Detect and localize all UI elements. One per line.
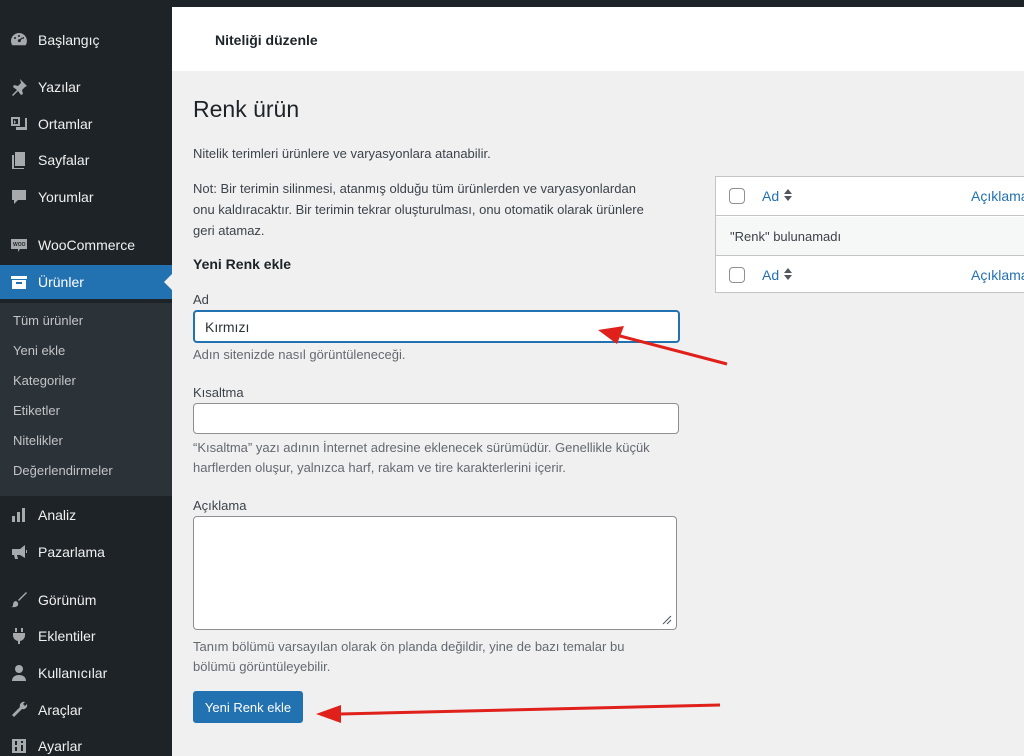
name-label: Ad xyxy=(193,292,209,307)
page-title: Renk ürün xyxy=(193,96,300,122)
sidebar-item-label: Yorumlar xyxy=(38,189,94,205)
sidebar-item-label: Sayfalar xyxy=(38,152,90,168)
note-line-2: onu kaldıracaktır. Bir terimin tekrar ol… xyxy=(193,202,644,217)
table-footer-row: Ad Açıklama xyxy=(716,255,1024,294)
select-all-checkbox[interactable] xyxy=(729,188,745,204)
users-icon xyxy=(0,663,38,683)
megaphone-icon xyxy=(0,542,38,562)
products-submenu: Tüm ürünler Yeni ekle Kategoriler Etiket… xyxy=(0,303,172,496)
products-icon xyxy=(0,272,38,292)
note-line-1: Not: Bir terimin silinmesi, atanmış oldu… xyxy=(193,181,636,196)
select-all-checkbox-footer[interactable] xyxy=(729,267,745,283)
sidebar-item-label: Analiz xyxy=(38,507,77,523)
description-hint-line-1: Tanım bölümü varsayılan olarak ön planda… xyxy=(193,639,625,654)
sidebar-item-comments[interactable]: Yorumlar xyxy=(0,180,172,214)
media-icon xyxy=(0,114,38,134)
name-hint: Adın sitenizde nasıl görüntüleneceği. xyxy=(193,347,406,362)
sidebar-item-tools[interactable]: Araçlar xyxy=(0,693,172,727)
sort-icon xyxy=(783,267,793,284)
sidebar-item-products[interactable]: Ürünler xyxy=(0,265,172,299)
slug-label: Kısaltma xyxy=(193,385,244,400)
sidebar-item-label: Ayarlar xyxy=(38,738,83,754)
brush-icon xyxy=(0,590,38,610)
comments-icon xyxy=(0,187,38,207)
sidebar-item-label: Ürünler xyxy=(38,274,84,290)
admin-bar xyxy=(0,0,1024,7)
sidebar-item-label: Ortamlar xyxy=(38,116,93,132)
add-term-button[interactable]: Yeni Renk ekle xyxy=(193,691,303,723)
sidebar-item-dashboard[interactable]: Başlangıç xyxy=(0,23,172,57)
sidebar-item-marketing[interactable]: Pazarlama xyxy=(0,535,172,569)
sort-icon xyxy=(783,188,793,205)
sidebar-item-label: Yazılar xyxy=(38,79,81,95)
sidebar-item-settings[interactable]: Ayarlar xyxy=(0,729,172,756)
sidebar-item-label: Kullanıcılar xyxy=(38,665,108,681)
plugin-icon xyxy=(0,626,38,646)
intro-text: Nitelik terimleri ürünlere ve varyasyonl… xyxy=(193,146,491,161)
terms-table: Ad Açıklama "Renk" bulunamadı Ad Açıklam… xyxy=(715,176,1024,293)
column-name-sort-link[interactable]: Ad xyxy=(762,188,793,205)
page-header: Niteliği düzenle xyxy=(172,7,1024,71)
pin-icon xyxy=(0,77,38,97)
sidebar-item-label: Araçlar xyxy=(38,702,83,718)
description-hint-line-2: bölümü görüntüleyebilir. xyxy=(193,659,331,674)
active-indicator xyxy=(164,274,172,290)
column-description-link[interactable]: Açıklama xyxy=(971,188,1024,204)
description-textarea[interactable] xyxy=(193,516,677,630)
submenu-tags[interactable]: Etiketler xyxy=(13,403,60,418)
name-input[interactable] xyxy=(193,310,680,343)
submenu-reviews[interactable]: Değerlendirmeler xyxy=(13,463,113,478)
empty-row: "Renk" bulunamadı xyxy=(716,217,1024,256)
sidebar-item-woocommerce[interactable]: WOO WooCommerce xyxy=(0,228,172,262)
submenu-categories[interactable]: Kategoriler xyxy=(13,373,76,388)
sidebar-item-label: Pazarlama xyxy=(38,544,105,560)
slug-hint-line-1: “Kısaltma” yazı adının İnternet adresine… xyxy=(193,440,650,455)
wrench-icon xyxy=(0,700,38,720)
woocommerce-icon: WOO xyxy=(0,235,38,255)
note-line-3: geri atamaz. xyxy=(193,223,265,238)
sidebar-item-label: Başlangıç xyxy=(38,32,100,48)
sidebar-item-pages[interactable]: Sayfalar xyxy=(0,143,172,177)
sidebar-item-label: Görünüm xyxy=(38,592,97,608)
slug-input[interactable] xyxy=(193,403,679,434)
sidebar-item-users[interactable]: Kullanıcılar xyxy=(0,656,172,690)
submenu-attributes[interactable]: Nitelikler xyxy=(13,433,63,448)
submenu-add-new[interactable]: Yeni ekle xyxy=(13,343,65,358)
analytics-icon xyxy=(0,505,38,525)
sidebar-item-plugins[interactable]: Eklentiler xyxy=(0,619,172,653)
form-heading: Yeni Renk ekle xyxy=(193,256,292,272)
sidebar-item-posts[interactable]: Yazılar xyxy=(0,70,172,104)
empty-message: "Renk" bulunamadı xyxy=(730,229,842,244)
arrow-to-submit-button xyxy=(316,703,721,723)
submenu-all-products[interactable]: Tüm ürünler xyxy=(13,313,83,328)
column-name-label: Ad xyxy=(762,267,780,283)
header-title: Niteliği düzenle xyxy=(215,32,318,48)
column-name-sort-link-footer[interactable]: Ad xyxy=(762,267,793,284)
sidebar-item-label: Eklentiler xyxy=(38,628,96,644)
dashboard-icon xyxy=(0,30,38,50)
sidebar-item-analytics[interactable]: Analiz xyxy=(0,498,172,532)
sidebar-item-label: WooCommerce xyxy=(38,237,135,253)
sidebar-item-appearance[interactable]: Görünüm xyxy=(0,583,172,617)
svg-text:WOO: WOO xyxy=(13,242,26,248)
pages-icon xyxy=(0,150,38,170)
sidebar-item-media[interactable]: Ortamlar xyxy=(0,107,172,141)
admin-sidebar: Başlangıç Yazılar Ortamlar Sayfalar Yoru… xyxy=(0,7,172,756)
settings-icon xyxy=(0,736,38,756)
description-label: Açıklama xyxy=(193,498,247,513)
slug-hint-line-2: harflerden oluşur, yalnızca harf, rakam … xyxy=(193,460,566,475)
table-header-row: Ad Açıklama xyxy=(716,177,1024,216)
column-name-label: Ad xyxy=(762,188,780,204)
resize-handle-icon[interactable] xyxy=(660,613,672,625)
column-description-link-footer[interactable]: Açıklama xyxy=(971,267,1024,283)
